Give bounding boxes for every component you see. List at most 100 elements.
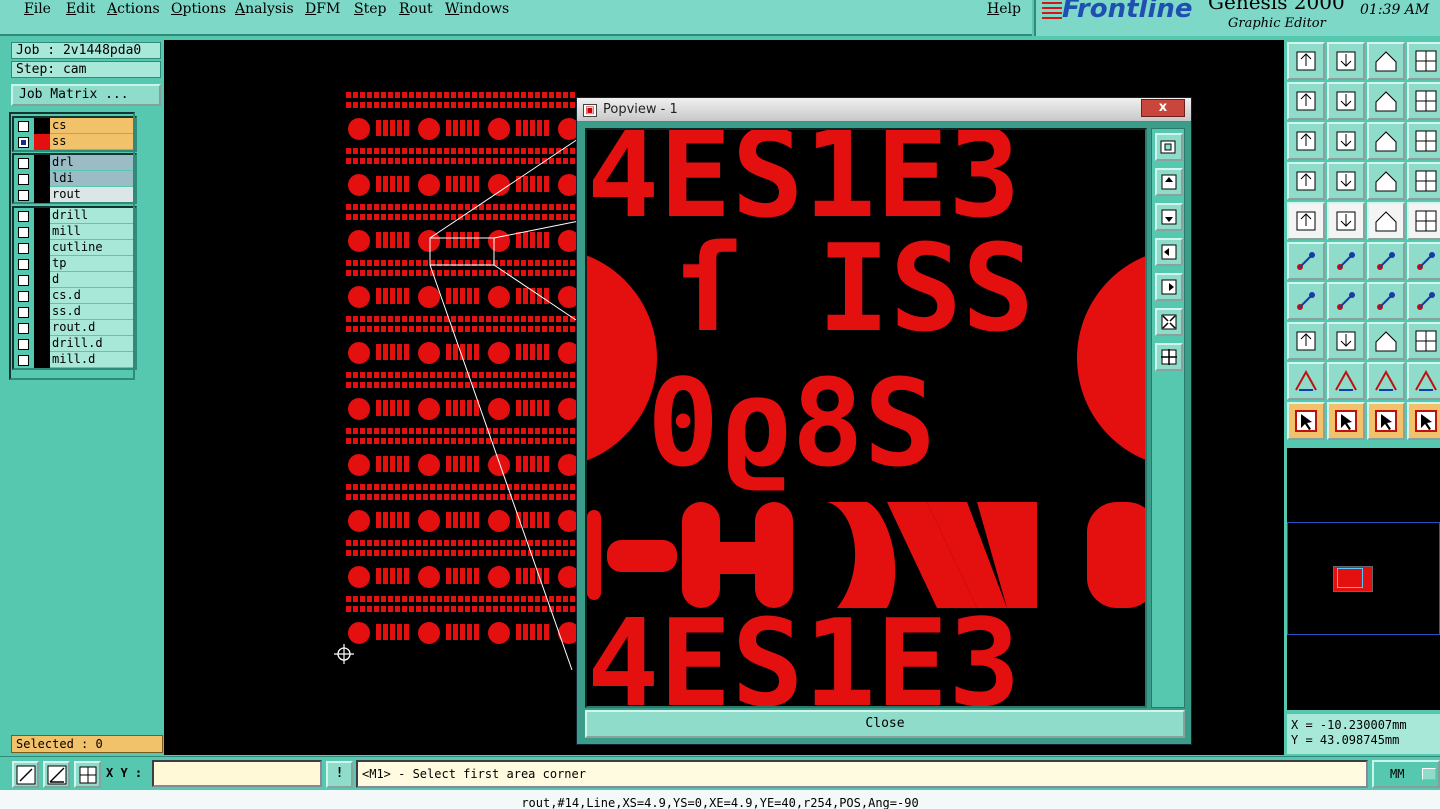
delete-node-button[interactable] xyxy=(1327,242,1365,280)
pv-pan-up-button[interactable] xyxy=(1155,168,1183,196)
move-line-button[interactable] xyxy=(1407,242,1440,280)
triangle-c-button[interactable] xyxy=(1367,362,1405,400)
pv-pan-down-button[interactable] xyxy=(1155,203,1183,231)
pv-pan-right-button[interactable] xyxy=(1155,273,1183,301)
job-matrix-button[interactable]: Job Matrix ... xyxy=(11,84,161,106)
menu-rout[interactable]: Rout xyxy=(399,1,433,17)
rotate-button[interactable] xyxy=(1367,282,1405,320)
select-pointer-button[interactable] xyxy=(1287,402,1325,440)
next-step-button[interactable] xyxy=(1327,82,1365,120)
add-pad-button[interactable] xyxy=(1287,202,1325,240)
prompt-message: <M1> - Select first area corner xyxy=(356,760,1368,788)
units-dropdown-icon[interactable] xyxy=(1422,768,1436,780)
layer-branch-button[interactable] xyxy=(1407,162,1440,200)
move-line-icon xyxy=(1417,252,1435,270)
measure-button[interactable] xyxy=(43,761,70,788)
triangle-d-button[interactable] xyxy=(1407,362,1440,400)
zoom-center-button[interactable] xyxy=(1327,122,1365,160)
scale-1-2-button[interactable] xyxy=(1367,122,1405,160)
overview-map[interactable] xyxy=(1287,448,1440,710)
properties-button[interactable] xyxy=(1287,162,1325,200)
pv-pan-left-button[interactable] xyxy=(1155,238,1183,266)
help-button[interactable] xyxy=(1407,122,1440,160)
fill-circle-icon xyxy=(1415,210,1437,232)
snap-button[interactable] xyxy=(12,761,39,788)
brand-subtitle: Graphic Editor xyxy=(1228,16,1326,31)
snap-mode-icon xyxy=(1415,90,1437,112)
undo-redo-button[interactable] xyxy=(1367,82,1405,120)
pan-up-icon xyxy=(1161,174,1177,190)
select-circle-button[interactable] xyxy=(1367,402,1405,440)
select-region-button[interactable] xyxy=(1327,202,1365,240)
grid-button[interactable] xyxy=(74,761,101,788)
draw-arc-button[interactable] xyxy=(1327,282,1365,320)
menu-file[interactable]: File xyxy=(24,1,51,17)
layer-tree-icon xyxy=(1375,171,1397,192)
pan-down-icon xyxy=(1161,209,1177,225)
menu-analysis[interactable]: Analysis xyxy=(235,1,294,17)
layer-list-frame xyxy=(9,112,135,380)
popview-close-button[interactable]: Close xyxy=(585,710,1185,738)
connect-button[interactable] xyxy=(1287,242,1325,280)
flip-button[interactable] xyxy=(1407,282,1440,320)
menu-dfm[interactable]: DFM xyxy=(305,1,340,17)
menu-actions[interactable]: Actions xyxy=(107,1,160,17)
menu-step[interactable]: Step xyxy=(354,1,386,17)
triangle-d-icon xyxy=(1415,369,1437,391)
prev-step-button[interactable] xyxy=(1287,82,1325,120)
layer-tree-button[interactable] xyxy=(1367,162,1405,200)
save-button[interactable] xyxy=(1327,42,1365,80)
pv-zoom-home-button[interactable] xyxy=(1155,133,1183,161)
units-select[interactable]: MM xyxy=(1372,760,1440,788)
select-net-button[interactable] xyxy=(1407,402,1440,440)
line-segment-button[interactable] xyxy=(1327,322,1365,360)
draw-arc-icon xyxy=(1337,292,1355,310)
window-split-button[interactable] xyxy=(1407,42,1440,80)
svg-text:0ϱ8Ѕ: 0ϱ8Ѕ xyxy=(647,355,936,494)
popview-window: ▣ Popview - 1 x 4ES1EЗ ſ ISЅ 0ϱ8Ѕ 4ES1EЗ… xyxy=(576,97,1192,745)
group-button[interactable] xyxy=(1407,322,1440,360)
overview-view-rect[interactable] xyxy=(1337,568,1363,588)
measure-point-icon xyxy=(1336,171,1356,191)
menu-help[interactable]: Help xyxy=(987,1,1021,17)
measure-point-button[interactable] xyxy=(1327,162,1365,200)
triangle-b-button[interactable] xyxy=(1327,362,1365,400)
select-pointer-icon xyxy=(1295,410,1317,432)
layer-branch-icon xyxy=(1415,170,1437,192)
draw-line-icon xyxy=(1297,292,1315,310)
draw-line-button[interactable] xyxy=(1287,282,1325,320)
fill-circle-button[interactable] xyxy=(1407,202,1440,240)
popview-zoom-area[interactable]: 4ES1EЗ ſ ISЅ 0ϱ8Ѕ 4ES1EЗ xyxy=(585,128,1147,708)
triangle-a-button[interactable] xyxy=(1287,362,1325,400)
move-point-icon xyxy=(1377,252,1395,270)
xy-input[interactable] xyxy=(152,760,322,787)
brand-area: Frontline Genesis 2000 Graphic Editor 01… xyxy=(1034,0,1440,36)
zoom-out-icon xyxy=(1161,349,1177,365)
polygon-button[interactable] xyxy=(1287,322,1325,360)
coord-y: Y = 43.098745mm xyxy=(1291,733,1400,747)
menu-edit[interactable]: Edit xyxy=(66,1,95,17)
move-point-button[interactable] xyxy=(1367,242,1405,280)
open-step-button[interactable] xyxy=(1287,42,1325,80)
ruler-button[interactable] xyxy=(1367,202,1405,240)
dimension-button[interactable] xyxy=(1367,322,1405,360)
pv-zoom-out-button[interactable] xyxy=(1155,343,1183,371)
scale-1-2-icon xyxy=(1375,131,1397,152)
xy-label: X Y : xyxy=(106,766,143,780)
popview-titlebar[interactable]: ▣ Popview - 1 x xyxy=(577,98,1191,122)
select-box-button[interactable] xyxy=(1327,402,1365,440)
home-button[interactable] xyxy=(1367,42,1405,80)
pv-zoom-fit-button[interactable] xyxy=(1155,308,1183,336)
triangle-c-icon xyxy=(1375,369,1397,391)
exclaim-button[interactable]: ! xyxy=(326,761,353,788)
zoom-center-icon xyxy=(1336,131,1356,151)
snap-mode-button[interactable] xyxy=(1407,82,1440,120)
next-step-icon xyxy=(1336,91,1356,111)
menu-windows[interactable]: Windows xyxy=(445,1,509,17)
left-panel: Job : 2v1448pda0 Step: cam Job Matrix ..… xyxy=(8,40,163,755)
menu-options[interactable]: Options xyxy=(171,1,226,17)
open-step-icon xyxy=(1296,51,1316,71)
window-close-button[interactable]: x xyxy=(1141,99,1185,117)
zoom-extents-button[interactable] xyxy=(1287,122,1325,160)
brand-logo: Frontline xyxy=(1062,0,1193,24)
